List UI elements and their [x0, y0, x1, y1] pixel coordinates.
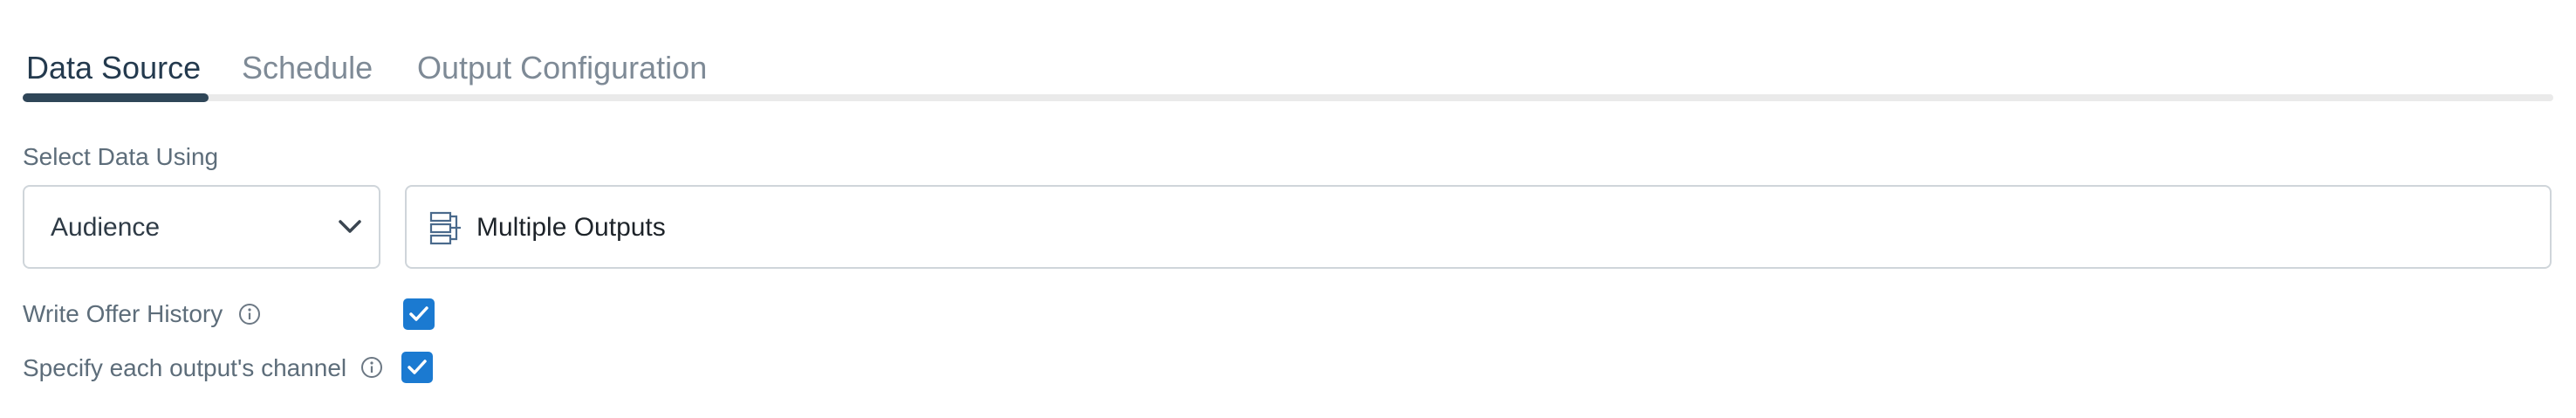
write-offer-history-label: Write Offer History: [23, 300, 223, 327]
write-offer-history-checkbox[interactable]: [403, 298, 435, 330]
data-source-panel: Data Source Schedule Output Configuratio…: [0, 0, 2576, 418]
tab-track: [23, 94, 2553, 101]
checkmark-icon: [408, 360, 427, 374]
active-tab-indicator: [23, 93, 209, 102]
tab-bar: Data Source Schedule Output Configuratio…: [23, 38, 2553, 102]
output-value: Multiple Outputs: [476, 213, 666, 242]
select-data-value: Audience: [51, 213, 161, 242]
info-icon[interactable]: [360, 356, 383, 379]
tab-data-source[interactable]: Data Source: [26, 49, 201, 87]
tab-output-configuration[interactable]: Output Configuration: [417, 49, 707, 87]
select-data-using-label: Select Data Using: [23, 143, 219, 170]
layers-list-icon: [429, 211, 461, 245]
chevron-down-icon: [339, 220, 361, 233]
specify-channel-checkbox[interactable]: [401, 352, 433, 383]
output-field[interactable]: Multiple Outputs: [405, 185, 2552, 269]
info-icon[interactable]: [238, 303, 261, 325]
select-data-dropdown[interactable]: Audience: [23, 185, 380, 269]
specify-channel-label: Specify each output's channel: [23, 354, 347, 381]
checkmark-icon: [409, 306, 428, 321]
tab-schedule[interactable]: Schedule: [242, 49, 373, 87]
